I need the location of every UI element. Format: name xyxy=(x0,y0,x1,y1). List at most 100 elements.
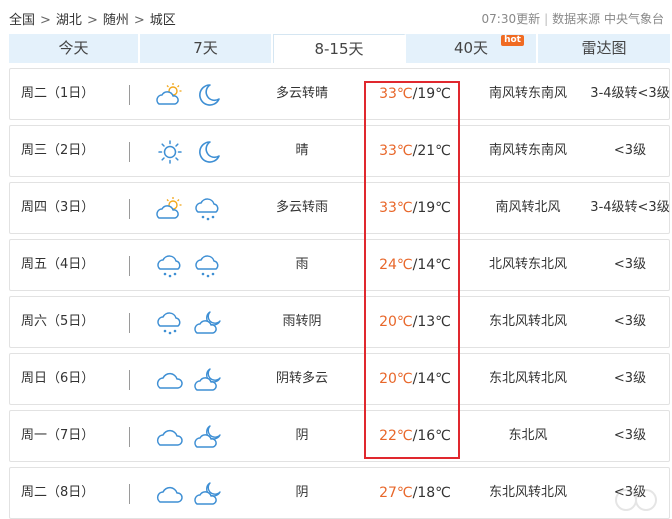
low-temperature: /14℃ xyxy=(412,257,451,273)
wind-level: 3-4级转<3级 xyxy=(590,200,670,215)
low-temperature: /16℃ xyxy=(412,428,451,444)
top-bar: 全国 > 湖北 > 随州 > 城区 07:30更新 | 数据来源 中央气象台 xyxy=(0,0,672,34)
weather-description: 雨 xyxy=(295,257,309,272)
forecast-row: 周六（5日） 雨转阴 20℃/13℃ 东北风转北风 <3级 xyxy=(9,296,670,348)
partly-cloudy-icon xyxy=(155,81,185,109)
breadcrumb-item-country[interactable]: 全国 xyxy=(9,9,35,28)
low-temperature: /14℃ xyxy=(412,371,451,387)
cloud-icon xyxy=(155,480,185,508)
low-temperature: /18℃ xyxy=(412,485,451,501)
weather-description: 多云转晴 xyxy=(275,86,328,101)
cloudy-night-icon xyxy=(193,309,223,337)
breadcrumb-item-district: 城区 xyxy=(149,13,176,28)
cloud-icon xyxy=(155,423,185,451)
forecast-row: 周日（6日） 阴转多云 20℃/14℃ 东北风转北风 <3级 xyxy=(9,353,670,405)
breadcrumb-separator: > xyxy=(86,13,98,28)
wind-direction: 南风转东南风 xyxy=(488,86,567,101)
forecast-day: 周二（1日） xyxy=(21,86,95,101)
wind-level: <3级 xyxy=(613,143,647,158)
forecast-row: 周三（2日） 晴 33℃/21℃ 南风转东南风 <3级 xyxy=(9,125,670,177)
wind-level: <3级 xyxy=(613,371,647,386)
wind-direction: 东北风 xyxy=(508,428,548,443)
forecast-row: 周二（1日） 多云转晴 33℃/19℃ 南风转东南风 3-4级转<3级 xyxy=(9,68,670,120)
forecast-day: 周五（4日） xyxy=(21,257,95,272)
tab-today[interactable]: 今天 xyxy=(9,34,140,63)
divider xyxy=(129,85,130,105)
wind-direction: 南风转东南风 xyxy=(488,143,567,158)
forecast-row: 周五（4日） 雨 24℃/14℃ 北风转东北风 <3级 xyxy=(9,239,670,291)
breadcrumb-separator: > xyxy=(133,13,145,28)
divider xyxy=(129,256,130,276)
tab-label: 8-15天 xyxy=(314,40,364,58)
forecast-day: 周四（3日） xyxy=(21,200,95,215)
breadcrumb-item-province[interactable]: 湖北 xyxy=(56,9,82,28)
weather-description: 多云转雨 xyxy=(275,200,328,215)
wind-direction: 东北风转北风 xyxy=(488,371,567,386)
divider xyxy=(129,427,130,447)
high-temperature: 22℃ xyxy=(379,428,413,444)
high-temperature: 33℃ xyxy=(379,143,413,159)
breadcrumb-item-city[interactable]: 随州 xyxy=(103,9,129,28)
low-temperature: /13℃ xyxy=(412,314,451,330)
high-temperature: 33℃ xyxy=(379,200,413,216)
divider xyxy=(129,199,130,219)
rain-cloud-icon xyxy=(193,195,223,223)
high-temperature: 20℃ xyxy=(379,371,413,387)
wind-direction: 东北风转北风 xyxy=(488,485,567,500)
forecast-day: 周三（2日） xyxy=(21,143,95,158)
watermark-logo xyxy=(612,482,668,518)
weather-description: 阴 xyxy=(295,428,309,443)
forecast-tabs: 今天 7天 8-15天 40天 hot 雷达图 xyxy=(9,34,670,63)
wind-level: <3级 xyxy=(613,428,647,443)
low-temperature: /21℃ xyxy=(412,143,451,159)
forecast-day: 周日（6日） xyxy=(21,371,95,386)
data-source: 数据来源 中央气象台 xyxy=(552,12,664,26)
temperature: 27℃/18℃ xyxy=(365,468,465,518)
high-temperature: 20℃ xyxy=(379,314,413,330)
update-time: 07:30更新 xyxy=(481,12,541,26)
temperature: 33℃/19℃ xyxy=(365,183,465,233)
divider xyxy=(129,142,130,162)
temperature: 33℃/21℃ xyxy=(365,126,465,176)
tab-label: 40天 xyxy=(453,39,489,57)
tab-8-15-days[interactable]: 8-15天 xyxy=(273,34,406,63)
low-temperature: /19℃ xyxy=(412,200,451,216)
forecast-row: 周一（7日） 阴 22℃/16℃ 东北风 <3级 xyxy=(9,410,670,462)
cloud-icon xyxy=(155,366,185,394)
rain-cloud-icon xyxy=(155,252,185,280)
tab-label: 雷达图 xyxy=(581,39,627,57)
divider xyxy=(129,370,130,390)
high-temperature: 27℃ xyxy=(379,485,413,501)
tab-7-days[interactable]: 7天 xyxy=(140,34,273,63)
wind-level: 3-4级转<3级 xyxy=(590,86,670,101)
weather-description: 雨转阴 xyxy=(282,314,322,329)
partly-cloudy-icon xyxy=(155,195,185,223)
weather-description: 阴转多云 xyxy=(275,371,328,386)
moon-icon xyxy=(193,81,223,109)
wind-level: <3级 xyxy=(613,314,647,329)
forecast-day: 周二（8日） xyxy=(21,485,95,500)
cloudy-night-icon xyxy=(193,423,223,451)
temperature: 22℃/16℃ xyxy=(365,411,465,461)
update-info: 07:30更新 | 数据来源 中央气象台 xyxy=(482,10,664,27)
forecast-day: 周六（5日） xyxy=(21,314,95,329)
tab-40-days[interactable]: 40天 hot xyxy=(406,34,538,63)
high-temperature: 33℃ xyxy=(379,86,413,102)
weather-description: 晴 xyxy=(295,143,309,158)
temperature: 20℃/14℃ xyxy=(365,354,465,404)
wind-level: <3级 xyxy=(613,257,647,272)
temperature: 24℃/14℃ xyxy=(365,240,465,290)
divider xyxy=(129,484,130,504)
divider: | xyxy=(544,12,549,26)
breadcrumb: 全国 > 湖北 > 随州 > 城区 xyxy=(9,9,176,28)
sun-icon xyxy=(155,138,185,166)
wind-direction: 南风转北风 xyxy=(495,200,561,215)
cloudy-night-icon xyxy=(193,366,223,394)
tab-label: 7天 xyxy=(193,39,218,57)
moon-icon xyxy=(193,138,223,166)
breadcrumb-separator: > xyxy=(40,13,51,28)
forecast-day: 周一（7日） xyxy=(21,428,95,443)
rain-cloud-icon xyxy=(193,252,223,280)
tab-radar[interactable]: 雷达图 xyxy=(538,34,670,63)
high-temperature: 24℃ xyxy=(379,257,413,273)
